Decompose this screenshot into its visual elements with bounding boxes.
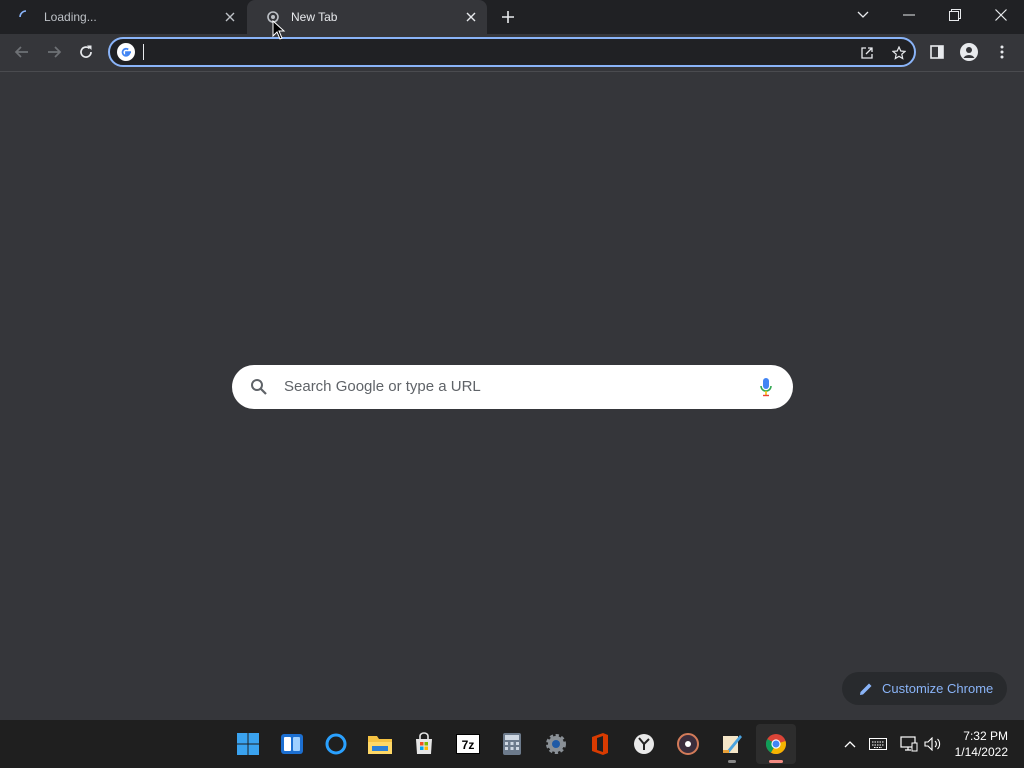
address-bar[interactable] xyxy=(108,37,916,67)
share-icon[interactable] xyxy=(856,42,878,64)
mouse-pointer-icon xyxy=(272,20,286,40)
office-icon[interactable] xyxy=(580,724,620,764)
forward-button[interactable] xyxy=(39,37,69,67)
address-input[interactable] xyxy=(142,42,842,62)
system-clock[interactable]: 7:32 PM 1/14/2022 xyxy=(955,728,1008,760)
clock-app-icon[interactable] xyxy=(624,724,664,764)
tab-title: Loading... xyxy=(44,10,97,24)
restore-button[interactable] xyxy=(932,0,978,30)
close-tab-icon[interactable] xyxy=(222,9,238,25)
microphone-icon[interactable] xyxy=(759,377,773,397)
network-icon[interactable] xyxy=(898,732,920,756)
tab-loading[interactable]: Loading... xyxy=(0,0,246,34)
tab-strip: Loading... New Tab xyxy=(0,0,1024,34)
search-icon xyxy=(251,379,267,395)
loading-spinner-icon xyxy=(18,9,34,25)
toolbar xyxy=(0,34,1024,72)
new-tab-button[interactable] xyxy=(498,7,518,27)
windows-start-icon[interactable] xyxy=(228,724,268,764)
minimize-button[interactable] xyxy=(886,0,932,30)
show-hidden-icons-chevron-icon[interactable] xyxy=(839,732,861,756)
profile-avatar-icon[interactable] xyxy=(954,37,984,67)
clock-date: 1/14/2022 xyxy=(954,745,1008,759)
clock-time: 7:32 PM xyxy=(963,729,1008,743)
customize-label: Customize Chrome xyxy=(882,681,994,696)
media-player-icon[interactable] xyxy=(668,724,708,764)
volume-icon[interactable] xyxy=(922,732,944,756)
file-explorer-icon[interactable] xyxy=(360,724,400,764)
back-button[interactable] xyxy=(7,37,37,67)
chrome-taskbar-icon[interactable] xyxy=(756,724,796,764)
bookmark-star-icon[interactable] xyxy=(888,42,910,64)
tab-title: New Tab xyxy=(291,10,338,24)
microsoft-store-icon[interactable] xyxy=(404,724,444,764)
customize-chrome-button[interactable]: Customize Chrome xyxy=(842,672,1007,705)
running-indicator xyxy=(769,760,783,763)
reload-button[interactable] xyxy=(71,37,101,67)
widgets-icon[interactable] xyxy=(272,724,312,764)
google-g-icon xyxy=(117,43,135,61)
calculator-icon[interactable] xyxy=(492,724,532,764)
taskbar: 7z 7:32 PM 1/14/2022 xyxy=(0,720,1024,768)
google-search-box[interactable]: Search Google or type a URL xyxy=(232,365,793,409)
menu-kebab-icon[interactable] xyxy=(987,37,1017,67)
close-tab-icon[interactable] xyxy=(463,9,479,25)
cortana-icon[interactable] xyxy=(316,724,356,764)
svg-text:7z: 7z xyxy=(462,738,475,752)
tab-search-button[interactable] xyxy=(840,0,886,30)
settings-gear-icon[interactable] xyxy=(536,724,576,764)
side-panel-button[interactable] xyxy=(922,37,952,67)
close-window-button[interactable] xyxy=(978,0,1024,30)
text-cursor xyxy=(143,44,144,60)
pencil-icon xyxy=(860,683,872,695)
running-indicator xyxy=(728,760,736,763)
search-placeholder: Search Google or type a URL xyxy=(284,378,481,395)
paint-app-icon[interactable] xyxy=(712,724,752,764)
keyboard-icon[interactable] xyxy=(867,732,889,756)
7zip-icon[interactable]: 7z xyxy=(448,724,488,764)
